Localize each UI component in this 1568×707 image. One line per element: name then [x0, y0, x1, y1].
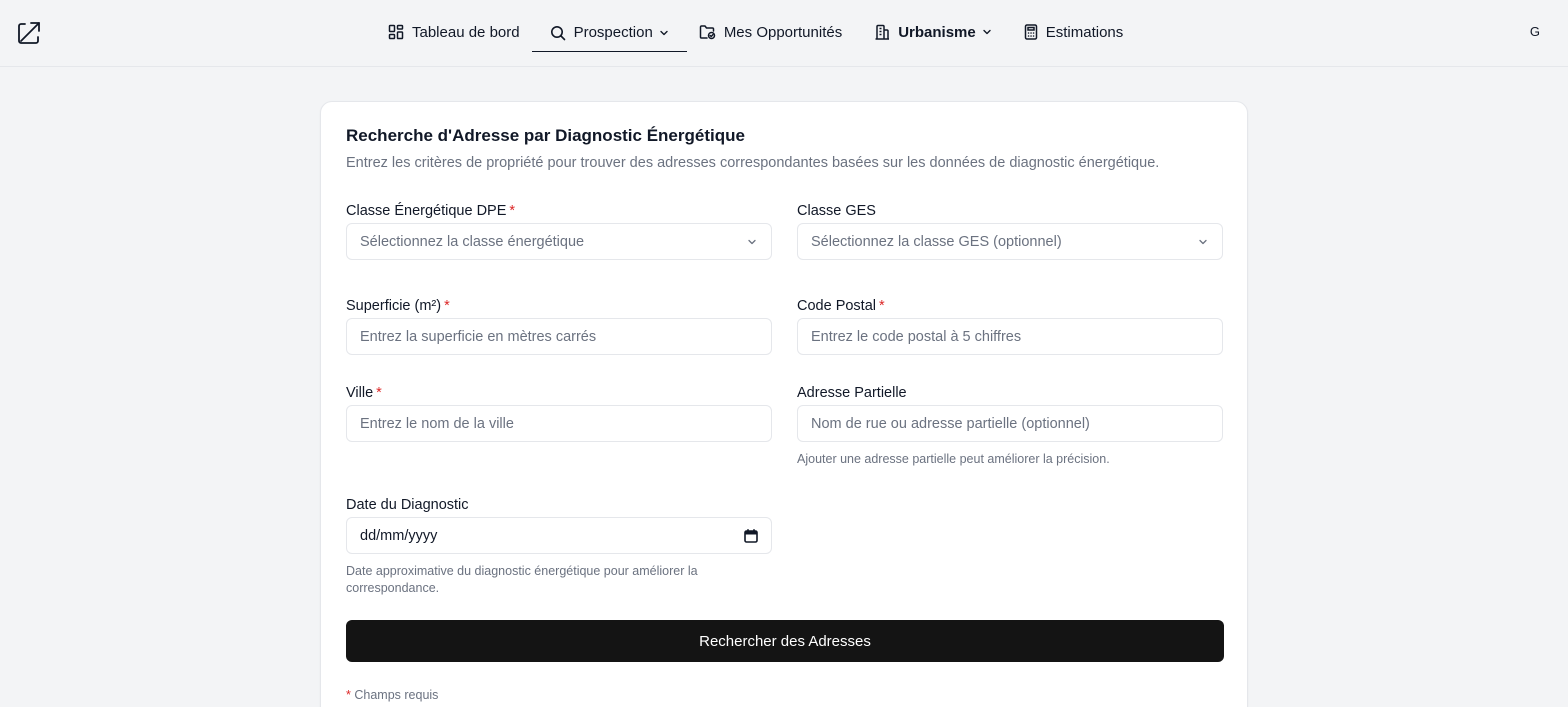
city-label: Ville *: [346, 385, 382, 401]
required-note-text: Champs requis: [354, 688, 439, 702]
dashboard-icon: [388, 24, 404, 40]
chevron-down-icon: [1199, 239, 1207, 244]
ges-label: Classe GES: [797, 203, 876, 219]
date-input[interactable]: dd/mm/yyyy: [346, 517, 772, 554]
ges-select[interactable]: Sélectionnez la classe GES (optionnel): [797, 223, 1223, 260]
date-help: Date approximative du diagnostic énergét…: [346, 564, 698, 595]
nav-estimations[interactable]: Estimations: [1012, 14, 1136, 52]
dpe-label-text: Classe Énergétique DPE: [346, 203, 507, 219]
address-input[interactable]: [811, 406, 1209, 441]
search-addresses-button[interactable]: Rechercher des Adresses: [346, 620, 1224, 662]
city-field-wrapper: [346, 405, 772, 442]
calculator-icon: [1024, 24, 1037, 40]
date-input-value: dd/mm/yyyy: [360, 527, 438, 544]
nav-label: Mes Opportunités: [723, 23, 843, 41]
calendar-icon[interactable]: [744, 528, 758, 543]
search-card: Recherche d'Adresse par Diagnostic Énerg…: [320, 101, 1248, 707]
postal-code-input[interactable]: [811, 319, 1209, 354]
surface-label: Superficie (m²) *: [346, 298, 450, 314]
address-field-wrapper: [797, 405, 1223, 442]
address-help: Ajouter une adresse partielle peut améli…: [797, 452, 1110, 466]
surface-label-text: Superficie (m²): [346, 298, 442, 314]
dpe-label: Classe Énergétique DPE *: [346, 203, 515, 219]
dpe-select[interactable]: Sélectionnez la classe énergétique: [346, 223, 772, 260]
address-label-text: Adresse Partielle: [797, 385, 907, 401]
postal-field-wrapper: [797, 318, 1223, 355]
nav-label: Tableau de bord: [412, 23, 520, 41]
postal-label: Code Postal *: [797, 298, 885, 314]
nav-label: Estimations: [1045, 23, 1124, 41]
nav-label: Urbanisme: [898, 23, 976, 41]
city-input[interactable]: [360, 406, 758, 441]
surface-field-wrapper: [346, 318, 772, 355]
chevron-down-icon: [983, 29, 991, 35]
ges-select-placeholder: Sélectionnez la classe GES (optionnel): [811, 233, 1062, 250]
surface-input[interactable]: [360, 319, 758, 354]
nav-label: Prospection: [573, 24, 653, 41]
main-nav: Tableau de bord Prospection Mes Opportun…: [376, 14, 1135, 52]
nav-mes-opportunites[interactable]: Mes Opportunités: [687, 14, 854, 52]
user-avatar[interactable]: G: [1530, 24, 1540, 39]
required-mark: *: [346, 688, 351, 702]
nav-urbanisme[interactable]: Urbanisme: [854, 14, 1012, 52]
folder-check-icon: [699, 25, 716, 40]
nav-prospection[interactable]: Prospection: [531, 14, 687, 52]
chevron-down-icon: [748, 239, 756, 244]
date-label: Date du Diagnostic: [346, 497, 469, 513]
required-mark: *: [376, 385, 382, 401]
card-title: Recherche d'Adresse par Diagnostic Énerg…: [346, 126, 745, 145]
dpe-select-placeholder: Sélectionnez la classe énergétique: [360, 233, 585, 250]
building-icon: [875, 24, 890, 40]
required-fields-note: * Champs requis: [346, 688, 438, 702]
address-label: Adresse Partielle: [797, 385, 907, 401]
chevron-down-icon: [660, 30, 668, 35]
nav-tableau-de-bord[interactable]: Tableau de bord: [376, 14, 532, 52]
ges-label-text: Classe GES: [797, 203, 876, 219]
logo-icon[interactable]: [16, 20, 42, 46]
required-mark: *: [509, 203, 516, 219]
search-icon: [550, 25, 565, 40]
card-description: Entrez les critères de propriété pour tr…: [346, 155, 1160, 171]
required-mark: *: [879, 298, 885, 314]
postal-label-text: Code Postal: [797, 298, 876, 314]
required-mark: *: [444, 298, 450, 314]
city-label-text: Ville: [346, 385, 374, 401]
top-bar: Tableau de bord Prospection Mes Opportun…: [0, 0, 1568, 67]
date-label-text: Date du Diagnostic: [346, 497, 469, 513]
